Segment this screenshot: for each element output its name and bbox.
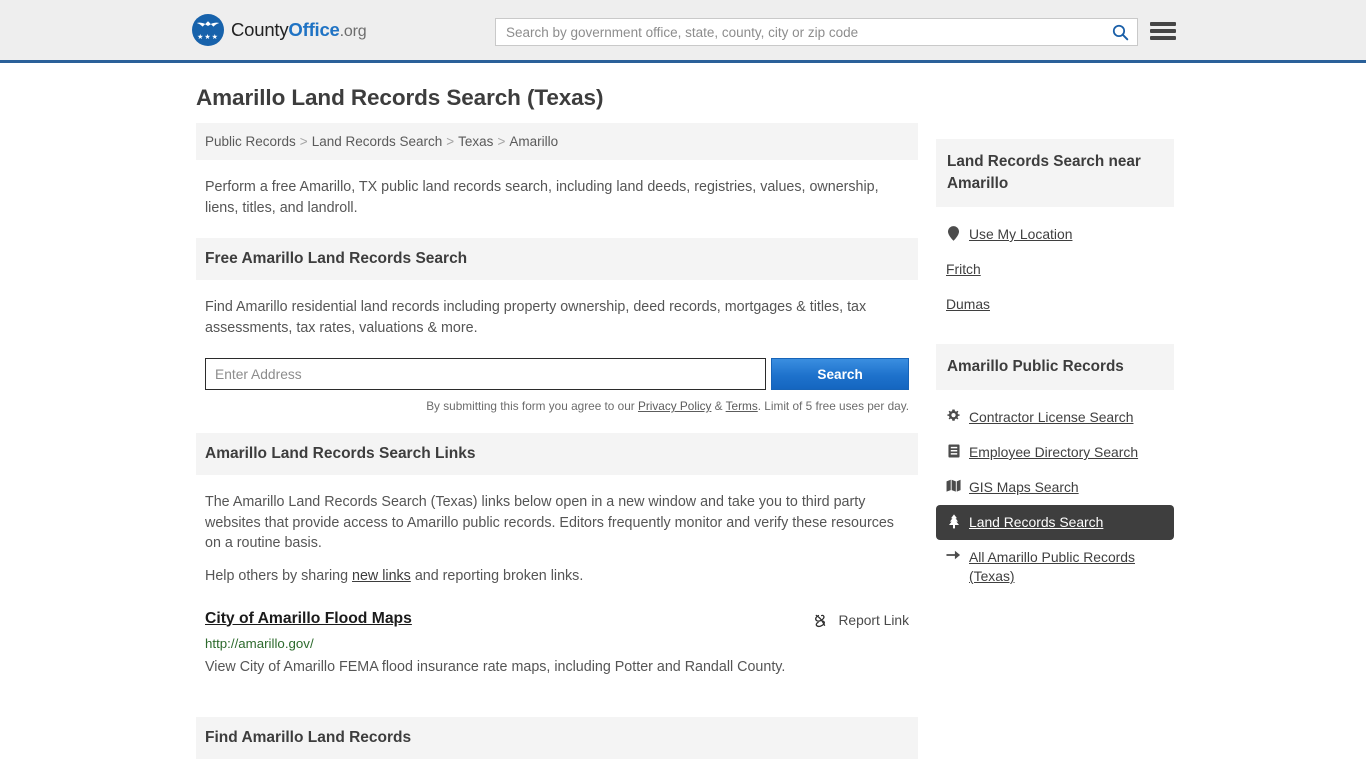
address-input[interactable] bbox=[205, 358, 767, 390]
breadcrumb-item-texas[interactable]: Texas bbox=[458, 134, 493, 149]
section-heading-find-records: Find Amarillo Land Records bbox=[196, 716, 918, 759]
disclaimer-post-text: . Limit of 5 free uses per day. bbox=[757, 399, 909, 413]
page-title: Amarillo Land Records Search (Texas) bbox=[196, 85, 604, 110]
privacy-policy-link[interactable]: Privacy Policy bbox=[638, 399, 711, 413]
address-search-form: Search bbox=[205, 358, 909, 390]
report-link-button[interactable]: Report Link bbox=[812, 610, 909, 629]
sidebar-item-contractor-license-search[interactable]: Contractor License Search bbox=[936, 400, 1174, 435]
search-input[interactable] bbox=[496, 19, 1103, 45]
sidebar-item-gis-maps-search[interactable]: GIS Maps Search bbox=[936, 470, 1174, 505]
sidebar-heading-public-records: Amarillo Public Records bbox=[936, 344, 1174, 390]
sidebar-item-all-public-records[interactable]: All Amarillo Public Records (Texas) bbox=[936, 540, 1174, 594]
form-disclaimer: By submitting this form you agree to our… bbox=[196, 399, 909, 413]
map-icon bbox=[946, 478, 961, 492]
sidebar-link-fritch[interactable]: Fritch bbox=[946, 260, 981, 279]
logo-text-org: .org bbox=[339, 23, 367, 40]
map-pin-icon bbox=[946, 225, 961, 241]
logo-text-county: County bbox=[231, 19, 289, 40]
breadcrumb-item-land-records-search[interactable]: Land Records Search bbox=[312, 134, 443, 149]
disclaimer-amp: & bbox=[711, 399, 726, 413]
sidebar-link-use-my-location[interactable]: Use My Location bbox=[969, 225, 1072, 244]
report-link-label: Report Link bbox=[838, 612, 909, 628]
breadcrumb-separator: > bbox=[299, 134, 308, 149]
directory-icon bbox=[946, 443, 961, 458]
site-logo[interactable]: ★★★ CountyOffice.org bbox=[192, 14, 367, 46]
hamburger-bar bbox=[1150, 22, 1176, 26]
site-header: ★★★ CountyOffice.org bbox=[0, 0, 1366, 63]
main-content: Public Records > Land Records Search > Texas… bbox=[196, 123, 918, 768]
address-search-button[interactable]: Search bbox=[771, 358, 909, 390]
section-heading-search-links: Amarillo Land Records Search Links bbox=[196, 433, 918, 475]
broken-link-icon bbox=[815, 614, 826, 627]
sidebar-link-land-records-search[interactable]: Land Records Search bbox=[969, 513, 1103, 532]
hamburger-bar bbox=[1150, 29, 1176, 33]
breadcrumb-item-amarillo[interactable]: Amarillo bbox=[509, 134, 558, 149]
sidebar-item-employee-directory-search[interactable]: Employee Directory Search bbox=[936, 435, 1174, 470]
hamburger-bar bbox=[1150, 36, 1176, 40]
logo-wordmark: CountyOffice.org bbox=[231, 19, 367, 41]
sidebar-link-employee-directory-search[interactable]: Employee Directory Search bbox=[969, 443, 1138, 462]
sidebar-item-use-my-location[interactable]: Use My Location bbox=[936, 217, 1174, 252]
sidebar-records-list: Contractor License Search Employee Direc… bbox=[936, 400, 1174, 594]
section-heading-free-search: Free Amarillo Land Records Search bbox=[196, 238, 918, 280]
sidebar-link-all-public-records[interactable]: All Amarillo Public Records (Texas) bbox=[969, 548, 1164, 586]
breadcrumb-separator: > bbox=[497, 134, 506, 149]
new-links-link[interactable]: new links bbox=[352, 568, 411, 584]
gear-icon bbox=[946, 408, 961, 422]
sidebar-link-gis-maps-search[interactable]: GIS Maps Search bbox=[969, 478, 1079, 497]
header-search-box[interactable] bbox=[495, 18, 1138, 46]
page-container: Amarillo Land Records Search (Texas) Pub… bbox=[0, 85, 1366, 768]
sidebar-near-list: Use My Location Fritch Dumas bbox=[936, 217, 1174, 322]
stars-glyph: ★★★ bbox=[197, 34, 219, 41]
result-description: View City of Amarillo FEMA flood insuran… bbox=[205, 658, 786, 675]
breadcrumb: Public Records > Land Records Search > Texas… bbox=[196, 123, 918, 160]
sidebar-link-dumas[interactable]: Dumas bbox=[946, 295, 990, 314]
sidebar-item-fritch[interactable]: Fritch bbox=[936, 252, 1174, 287]
hamburger-menu-icon[interactable] bbox=[1150, 20, 1176, 42]
arrow-right-icon bbox=[946, 548, 961, 561]
disclaimer-pre-text: By submitting this form you agree to our bbox=[426, 399, 638, 413]
page-intro-text: Perform a free Amarillo, TX public land … bbox=[205, 179, 879, 216]
link-result-item: City of Amarillo Flood Maps Report Link … bbox=[205, 610, 909, 677]
help-pre-text: Help others by sharing bbox=[205, 567, 353, 584]
free-search-description: Find Amarillo residential land records i… bbox=[205, 299, 867, 336]
tree-icon bbox=[946, 513, 961, 529]
help-share-text: Help others by sharing new links and rep… bbox=[196, 568, 918, 584]
breadcrumb-item-public-records[interactable]: Public Records bbox=[205, 134, 296, 149]
result-title-link[interactable]: City of Amarillo Flood Maps bbox=[205, 610, 412, 628]
eagle-seal-icon: ★★★ bbox=[192, 14, 224, 46]
terms-link[interactable]: Terms bbox=[726, 399, 758, 413]
sidebar-heading-near: Land Records Search near Amarillo bbox=[936, 139, 1174, 207]
breadcrumb-separator: > bbox=[446, 134, 455, 149]
sidebar-item-land-records-search[interactable]: Land Records Search bbox=[936, 505, 1174, 540]
result-url[interactable]: http://amarillo.gov/ bbox=[205, 636, 909, 651]
links-section-description: The Amarillo Land Records Search (Texas)… bbox=[205, 494, 894, 551]
search-icon bbox=[1112, 24, 1128, 40]
logo-text-office: Office bbox=[288, 19, 340, 40]
sidebar: Land Records Search near Amarillo Use My… bbox=[936, 123, 1174, 594]
search-submit-button[interactable] bbox=[1103, 19, 1137, 45]
help-post-text: and reporting broken links. bbox=[410, 567, 584, 584]
sidebar-item-dumas[interactable]: Dumas bbox=[936, 287, 1174, 322]
sidebar-link-contractor-license-search[interactable]: Contractor License Search bbox=[969, 408, 1133, 427]
